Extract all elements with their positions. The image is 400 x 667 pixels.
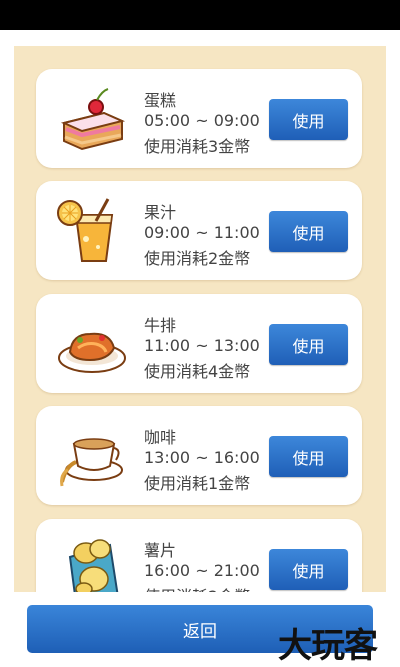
juice-icon: [57, 198, 114, 262]
item-cost: 使用消耗2金幣: [144, 249, 251, 268]
item-time: 11:00 ~ 13:00: [144, 336, 260, 355]
item-cost: 使用消耗1金幣: [144, 474, 251, 493]
item-name: 蛋糕: [144, 91, 177, 110]
item-time: 05:00 ~ 09:00: [144, 111, 260, 130]
list-item: 果汁 09:00 ~ 11:00 使用消耗2金幣 使用: [36, 181, 362, 280]
item-name: 果汁: [144, 203, 177, 222]
steak-icon: [58, 332, 126, 373]
chips-icon: [68, 539, 119, 592]
item-name: 咖啡: [144, 428, 177, 447]
coffee-icon: [60, 438, 123, 487]
list-item: 薯片 16:00 ~ 21:00 使用消耗2金幣 使用: [36, 519, 362, 592]
item-name: 薯片: [144, 541, 177, 560]
item-cost: 使用消耗3金幣: [144, 137, 251, 156]
cake-icon: [60, 88, 126, 151]
status-bar: [0, 0, 400, 30]
use-button[interactable]: 使用: [269, 99, 348, 140]
item-cost: 使用消耗4金幣: [144, 362, 251, 381]
list-item: 蛋糕 05:00 ~ 09:00 使用消耗3金幣 使用: [36, 69, 362, 168]
item-time: 09:00 ~ 11:00: [144, 223, 260, 242]
list-item: 咖啡 13:00 ~ 16:00 使用消耗1金幣 使用: [36, 406, 362, 505]
item-cost: 使用消耗2金幣: [144, 583, 250, 592]
item-name: 牛排: [144, 316, 177, 335]
use-button[interactable]: 使用: [269, 324, 348, 365]
watermark-logo: 大玩客: [278, 626, 378, 666]
use-button[interactable]: 使用: [269, 211, 348, 252]
list-item: 牛排 11:00 ~ 13:00 使用消耗4金幣 使用: [36, 294, 362, 393]
use-button[interactable]: 使用: [269, 436, 348, 477]
item-time: 13:00 ~ 16:00: [144, 448, 260, 467]
use-button[interactable]: 使用: [269, 549, 348, 590]
food-list-panel[interactable]: 蛋糕 05:00 ~ 09:00 使用消耗3金幣 使用 果汁 09:00 ~ 1…: [14, 46, 386, 592]
item-time: 16:00 ~ 21:00: [144, 561, 260, 580]
